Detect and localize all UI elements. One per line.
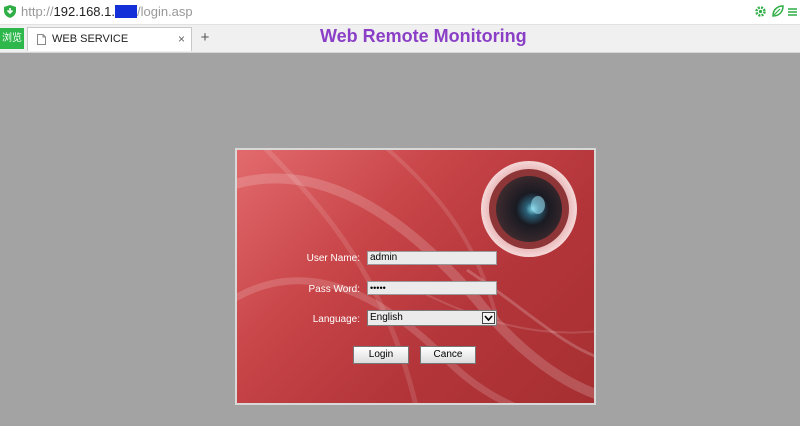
login-button[interactable]: Login (353, 346, 409, 364)
gear-icon[interactable] (754, 5, 767, 18)
chevron-down-icon[interactable] (482, 312, 495, 324)
url-scheme: http:// (21, 4, 54, 19)
language-select[interactable]: English (367, 310, 497, 326)
url-text[interactable]: http://192.168.1.██/login.asp (21, 3, 193, 20)
page-icon (37, 34, 46, 45)
camera-lens-icon (481, 161, 577, 257)
url-path: /login.asp (136, 4, 193, 19)
page-title: Web Remote Monitoring (320, 26, 527, 46)
cancel-button[interactable]: Cance (420, 346, 476, 364)
username-input[interactable]: admin (367, 251, 497, 265)
close-icon[interactable]: × (178, 32, 185, 46)
new-tab-button[interactable]: + (197, 29, 213, 47)
pinned-tab[interactable]: 浏览 (0, 28, 24, 49)
url-redaction: ██ (114, 5, 137, 18)
menu-icon[interactable] (786, 5, 799, 18)
language-label: Language: (312, 314, 360, 325)
password-label: Pass Word: (308, 284, 361, 295)
login-panel: User Name: admin Pass Word: ••••• Langua… (235, 148, 596, 405)
tab-web-service[interactable]: WEB SERVICE × (27, 27, 192, 51)
password-input[interactable]: ••••• (367, 281, 497, 295)
shield-icon (4, 5, 16, 18)
leaf-icon[interactable] (771, 5, 784, 18)
language-value: English (370, 312, 403, 323)
username-label: User Name: (306, 253, 360, 264)
tab-title: WEB SERVICE (52, 33, 129, 45)
url-host: 192.168.1. (53, 4, 115, 19)
address-bar[interactable]: http://192.168.1.██/login.asp (0, 0, 800, 25)
